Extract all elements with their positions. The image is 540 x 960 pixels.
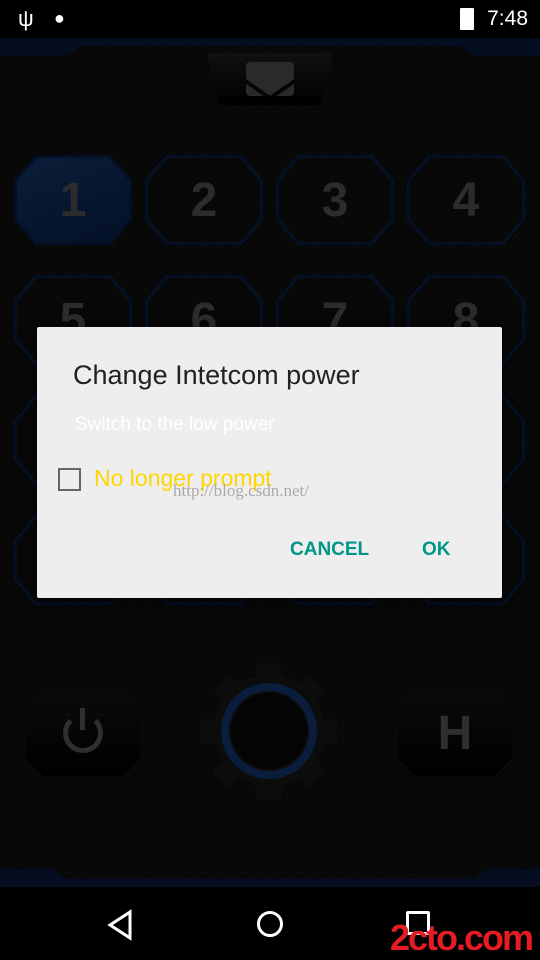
cancel-button[interactable]: CANCEL bbox=[290, 539, 369, 561]
dialog-message: Switch to the low power bbox=[75, 414, 275, 435]
home-icon[interactable] bbox=[255, 909, 285, 939]
navigation-bar: 2cto.com bbox=[0, 887, 540, 960]
watermark-logo: 2cto.com bbox=[389, 917, 534, 958]
battery-charging-icon bbox=[460, 8, 474, 30]
usb-icon: ψ bbox=[18, 6, 34, 31]
ok-button[interactable]: OK bbox=[422, 539, 451, 561]
android-debug-icon: ● bbox=[54, 8, 65, 28]
back-icon[interactable] bbox=[106, 909, 134, 941]
status-bar: ψ ● 7:48 bbox=[0, 0, 540, 38]
dialog-title: Change Intetcom power bbox=[73, 360, 360, 390]
power-dialog: Change Intetcom power Switch to the low … bbox=[37, 327, 502, 598]
no-longer-prompt-checkbox[interactable] bbox=[58, 468, 81, 491]
watermark-url: http://blog.csdn.net/ bbox=[173, 481, 309, 500]
clock: 7:48 bbox=[487, 7, 528, 30]
